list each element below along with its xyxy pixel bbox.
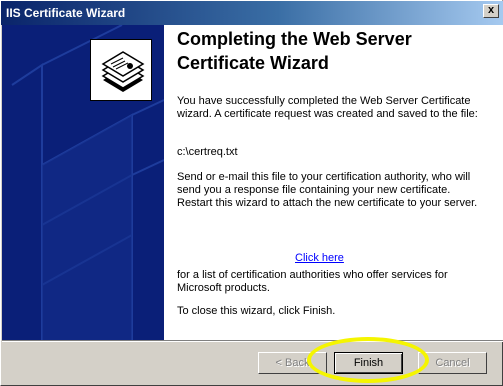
window-title: IIS Certificate Wizard — [6, 6, 126, 20]
title-bar[interactable]: IIS Certificate Wizard x — [1, 1, 503, 25]
completion-message: You have successfully completed the Web … — [177, 95, 478, 120]
wizard-side-panel — [2, 25, 164, 340]
wizard-window: IIS Certificate Wizard x Completing the … — [0, 0, 503, 386]
back-button[interactable]: < Back — [258, 352, 327, 374]
finish-button[interactable]: Finish — [334, 352, 403, 374]
page-title: Completing the Web Server Certificate Wi… — [177, 29, 412, 73]
wizard-content: Completing the Web Server Certificate Wi… — [164, 25, 503, 340]
ca-list-link[interactable]: Click here — [295, 252, 344, 265]
instructions-message: Send or e-mail this file to your certifi… — [177, 171, 478, 209]
wizard-logo — [90, 39, 152, 101]
cancel-button[interactable]: Cancel — [418, 352, 487, 374]
certificate-icon — [91, 40, 151, 100]
ca-list-description: for a list of certification authorities … — [177, 269, 448, 294]
button-divider — [2, 340, 503, 342]
file-path: c:\certreq.txt — [177, 146, 238, 158]
close-button[interactable]: x — [483, 4, 499, 18]
close-instruction: To close this wizard, click Finish. — [177, 305, 336, 317]
